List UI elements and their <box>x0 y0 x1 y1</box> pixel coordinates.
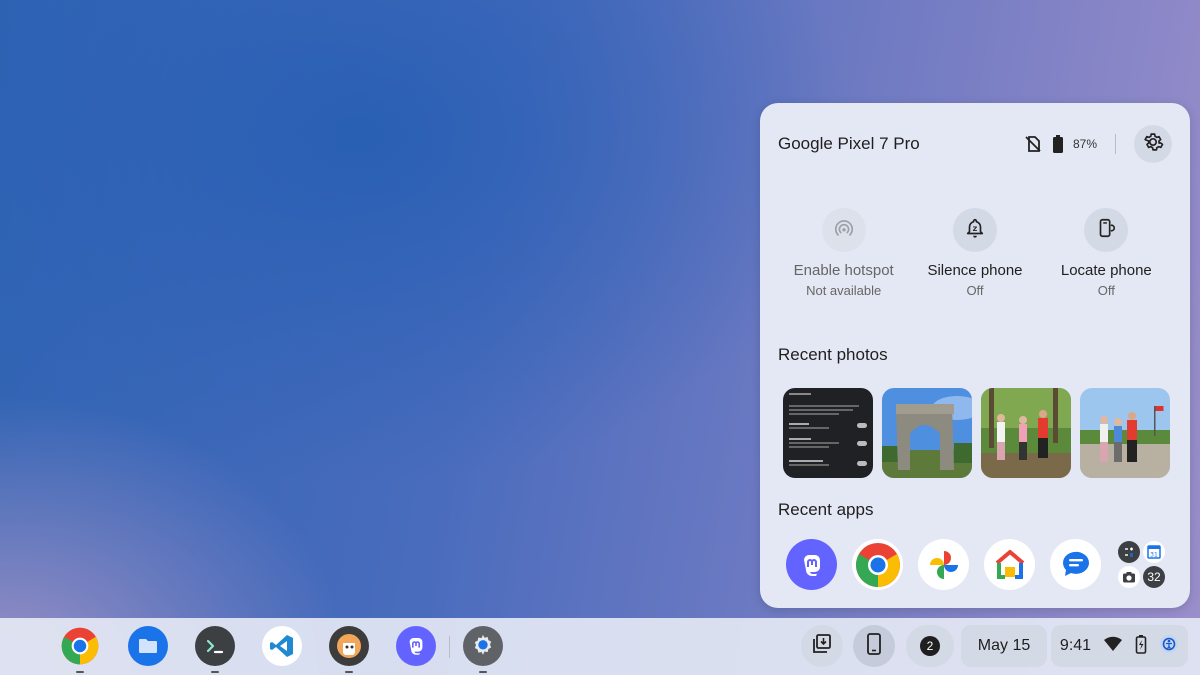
silence-phone-button[interactable]: Z <box>952 208 997 252</box>
recent-photo-arch[interactable] <box>882 388 972 478</box>
messages-icon <box>1059 548 1093 582</box>
recent-photo-group-field[interactable] <box>1080 388 1170 478</box>
recent-app-messages[interactable] <box>1050 539 1101 590</box>
recent-apps: 31 32 <box>786 539 1167 590</box>
shelf-app-mastodon[interactable] <box>396 626 436 666</box>
recent-app-google-home[interactable] <box>984 539 1035 590</box>
recent-photo-group-forest[interactable] <box>981 388 1071 478</box>
shelf: 2 May 15 9:41 <box>0 618 1200 675</box>
locate-phone-action[interactable]: Locate phone Off <box>1041 208 1172 298</box>
svg-text:31: 31 <box>1150 552 1158 559</box>
device-name: Google Pixel 7 Pro <box>778 134 920 153</box>
phone-status: 87% <box>1023 134 1097 154</box>
shelf-app-files[interactable] <box>128 626 168 666</box>
shelf-app-terminal[interactable] <box>195 626 235 666</box>
system-tray[interactable]: 9:41 <box>1051 625 1188 667</box>
header-divider <box>1115 134 1116 154</box>
accessibility-icon <box>1159 634 1179 659</box>
running-indicator <box>345 671 353 673</box>
recent-photos-title: Recent photos <box>778 345 888 364</box>
notification-counter[interactable]: 2 <box>906 625 954 667</box>
hotspot-icon <box>833 217 855 244</box>
shelf-app-5[interactable] <box>329 626 369 666</box>
enable-hotspot-action[interactable]: Enable hotspot Not available <box>778 208 909 298</box>
phone-icon <box>865 632 883 660</box>
wifi-icon <box>1103 635 1123 658</box>
holding-space-button[interactable] <box>801 625 843 667</box>
chrome-icon <box>854 541 902 589</box>
camera-icon <box>1118 566 1140 588</box>
recent-app-chrome[interactable] <box>852 539 903 590</box>
phone-hub-header: Google Pixel 7 Pro 87% <box>778 125 1172 163</box>
locate-phone-label: Locate phone <box>1060 262 1152 279</box>
recent-app-mastodon[interactable] <box>786 539 837 590</box>
locate-phone-status: Off <box>1097 283 1115 298</box>
hotspot-status: Not available <box>806 283 882 298</box>
battery-charging-icon <box>1135 634 1147 659</box>
locate-phone-icon <box>1095 217 1117 244</box>
vs-code-icon <box>269 633 295 659</box>
enable-hotspot-button[interactable] <box>821 208 866 252</box>
running-indicator <box>76 671 84 673</box>
locate-phone-button[interactable] <box>1084 208 1129 252</box>
holding-space-icon <box>811 633 833 660</box>
recent-photo-screenshot[interactable] <box>783 388 873 478</box>
recent-apps-title: Recent apps <box>778 500 874 519</box>
google-photos-icon <box>926 547 962 583</box>
folder-icon <box>136 634 160 658</box>
recent-photos <box>783 388 1170 478</box>
gear-icon <box>469 632 497 660</box>
mastodon-icon <box>797 550 827 580</box>
date-label: May 15 <box>977 637 1031 654</box>
phone-hub-panel: Google Pixel 7 Pro 87% Enable hotspot No… <box>760 103 1190 608</box>
shelf-divider <box>449 636 450 658</box>
chrome-icon <box>60 626 100 666</box>
phone-hub-settings-button[interactable] <box>1134 125 1172 163</box>
calculator-icon <box>1118 541 1140 563</box>
more-apps-button[interactable]: 31 32 <box>1116 539 1167 590</box>
svg-text:Z: Z <box>973 224 978 232</box>
quick-actions: Enable hotspot Not available Z Silence p… <box>778 208 1172 298</box>
calendar-icon: 31 <box>1143 541 1165 563</box>
shelf-app-chrome[interactable] <box>60 626 100 666</box>
terminal-icon <box>203 634 227 658</box>
silence-bell-icon: Z <box>964 217 986 244</box>
google-home-icon <box>993 548 1027 582</box>
shelf-app-vs-code[interactable] <box>262 626 302 666</box>
recent-app-google-photos[interactable] <box>918 539 969 590</box>
silence-phone-status: Off <box>966 283 984 298</box>
shelf-app-settings[interactable] <box>463 626 503 666</box>
running-indicator <box>479 671 487 673</box>
no-sim-icon <box>1023 134 1043 154</box>
more-apps-count: 32 <box>1143 566 1165 588</box>
gear-icon <box>1142 131 1164 158</box>
mastodon-icon <box>404 634 428 658</box>
notification-count: 2 <box>920 636 940 656</box>
silence-phone-action[interactable]: Z Silence phone Off <box>909 208 1040 298</box>
app-5-icon <box>334 631 364 661</box>
battery-percentage: 87% <box>1072 137 1097 151</box>
hotspot-label: Enable hotspot <box>793 262 894 279</box>
date-tray[interactable]: May 15 <box>961 625 1047 667</box>
time-label: 9:41 <box>1059 637 1092 654</box>
battery-icon <box>1051 134 1065 154</box>
silence-phone-label: Silence phone <box>927 262 1023 279</box>
phone-hub-tray-button[interactable] <box>853 625 895 667</box>
running-indicator <box>211 671 219 673</box>
